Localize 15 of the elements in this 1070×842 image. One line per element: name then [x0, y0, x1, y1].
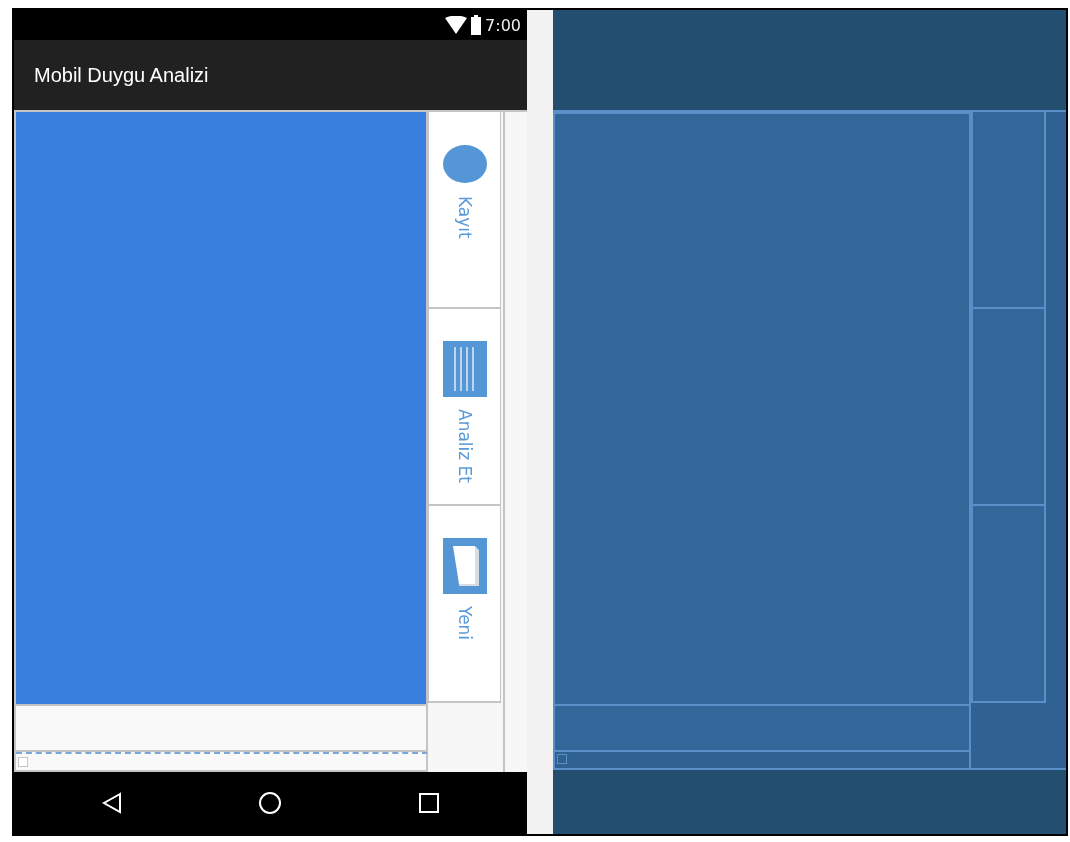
home-icon[interactable] [258, 791, 283, 815]
lines-icon [442, 341, 487, 397]
app-title: Mobil Duygu Analizi [34, 63, 209, 87]
clock-time: 7:00 [485, 15, 521, 35]
battery-icon [471, 15, 482, 35]
side-button[interactable]: Kayıt [428, 112, 502, 309]
document-icon [442, 538, 487, 594]
circle-icon [441, 144, 488, 184]
input-field[interactable] [16, 704, 429, 752]
side-button[interactable]: Yeni [428, 506, 502, 703]
side-button[interactable]: Analiz Et [428, 309, 502, 506]
blueprint-outline [557, 754, 567, 764]
recents-icon[interactable] [418, 793, 439, 813]
back-icon[interactable] [102, 792, 123, 814]
wifi-icon [445, 16, 468, 34]
